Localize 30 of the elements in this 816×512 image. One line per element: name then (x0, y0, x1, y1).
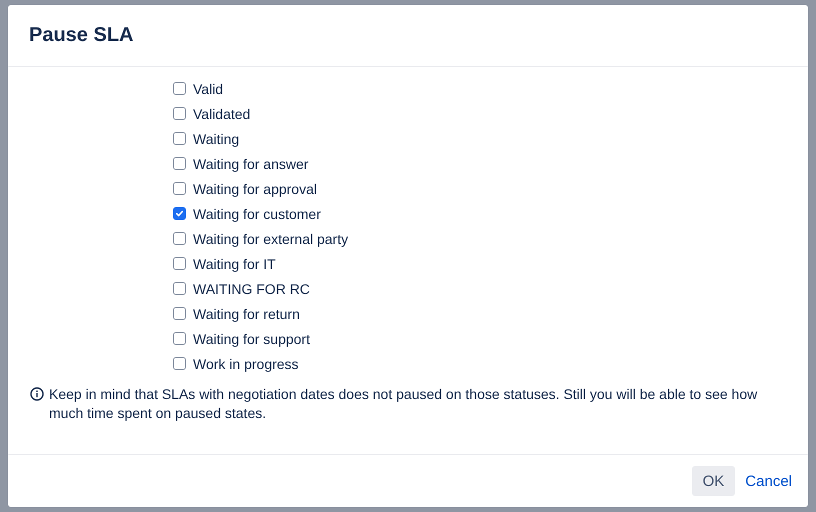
checkbox-label[interactable]: Waiting for IT (193, 256, 276, 272)
ok-button[interactable]: OK (692, 466, 736, 496)
dialog-title: Pause SLA (29, 24, 134, 47)
checkbox[interactable] (173, 357, 186, 370)
info-note: Keep in mind that SLAs with negotiation dates does not paused on those statuses. Still you will be able to see how much time spent on paused states. (49, 385, 758, 423)
checkbox-label[interactable]: Waiting for return (193, 306, 300, 322)
info-icon (30, 387, 44, 401)
checkbox[interactable] (173, 157, 186, 170)
checkbox[interactable] (173, 207, 186, 220)
checkbox-label[interactable]: Waiting for external party (193, 230, 348, 246)
checkbox-label[interactable]: Work in progress (193, 356, 299, 372)
check-icon (174, 208, 185, 219)
checkbox[interactable] (173, 282, 186, 295)
checkbox-label[interactable]: WAITING FOR RC (193, 280, 310, 296)
checkbox[interactable] (173, 257, 186, 270)
checkbox-label[interactable]: Waiting (193, 130, 240, 146)
checkbox[interactable] (173, 332, 186, 345)
checkbox-label[interactable]: Validated (193, 106, 250, 122)
checkbox-label[interactable]: Waiting for support (193, 330, 310, 346)
checkbox[interactable] (173, 82, 186, 95)
checkbox-label[interactable]: Waiting for answer (193, 156, 308, 172)
checkbox[interactable] (173, 132, 186, 145)
checkbox-label[interactable]: Valid (193, 80, 224, 96)
checkbox-label[interactable]: Waiting for approval (193, 180, 317, 196)
checkbox[interactable] (173, 182, 186, 195)
checkbox[interactable] (173, 232, 186, 245)
checkbox[interactable] (173, 307, 186, 320)
cancel-link[interactable]: Cancel (743, 472, 794, 490)
checkbox[interactable] (173, 107, 186, 120)
checkbox-label[interactable]: Waiting for customer (193, 206, 321, 222)
